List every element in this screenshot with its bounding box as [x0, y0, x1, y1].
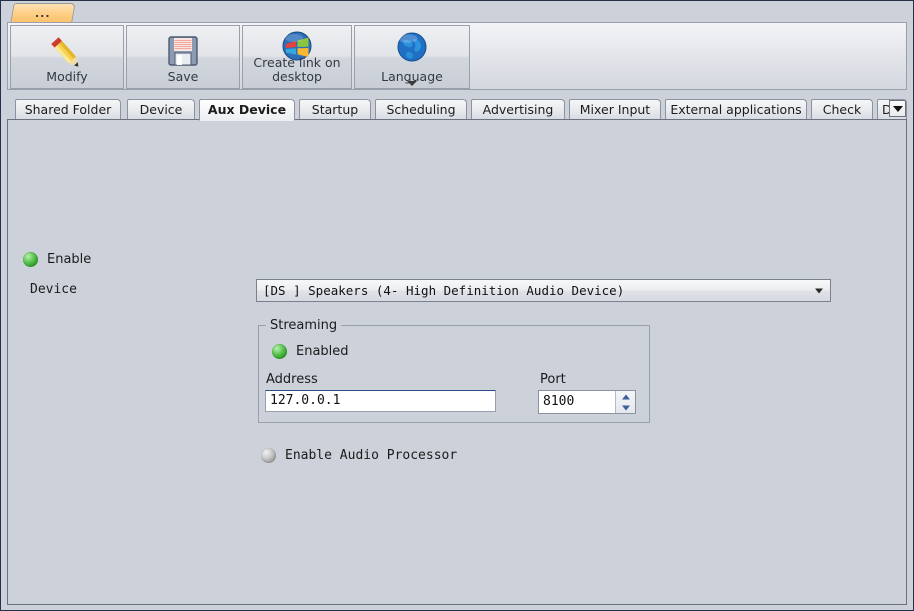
triangle-down-icon [622, 405, 630, 410]
tab-startup[interactable]: Startup [299, 99, 371, 120]
tab-label: Aux Device [207, 102, 287, 117]
save-button-label: Save [167, 69, 199, 84]
floppy-disk-icon [166, 34, 200, 68]
ribbon-toolbar: Modify Save Create link on desktop Langu… [7, 22, 907, 90]
tab-shared-folder[interactable]: Shared Folder [15, 99, 121, 120]
audio-processor-label: Enable Audio Processor [285, 448, 458, 463]
streaming-enabled-led-indicator[interactable] [272, 344, 287, 359]
tab-advertising[interactable]: Advertising [471, 99, 565, 120]
device-label: Device [30, 282, 77, 297]
port-spinner-up-button[interactable] [616, 391, 636, 402]
port-spinner [615, 391, 635, 413]
chevron-down-icon [815, 288, 823, 293]
language-button[interactable]: Language [354, 25, 470, 89]
port-label: Port [540, 372, 566, 387]
file-menu-tab-label: ... [34, 7, 51, 20]
file-menu-tab[interactable]: ... [10, 3, 76, 24]
device-select[interactable]: [DS ] Speakers (4- High Definition Audio… [256, 279, 831, 302]
tab-label: Startup [311, 102, 359, 117]
enable-led-indicator[interactable] [23, 252, 38, 267]
tab-scheduling[interactable]: Scheduling [375, 99, 467, 120]
modify-button-label: Modify [46, 69, 88, 84]
port-input[interactable]: 8100 [539, 391, 615, 413]
address-input-value: 127.0.0.1 [270, 393, 341, 408]
enable-label: Enable [47, 252, 92, 267]
port-input-value: 8100 [543, 394, 575, 409]
streaming-groupbox-legend: Streaming [266, 319, 342, 332]
modify-button[interactable]: Modify [10, 25, 124, 89]
tab-aux-device[interactable]: Aux Device [199, 99, 295, 121]
chevron-down-icon[interactable] [407, 81, 417, 86]
tab-label: Mixer Input [579, 102, 651, 117]
ribbon-tab-strip: ... [1, 1, 913, 24]
save-button[interactable]: Save [126, 25, 240, 89]
port-spinner-down-button[interactable] [616, 402, 636, 413]
tab-label: Device [139, 102, 183, 117]
tab-label: Advertising [482, 102, 554, 117]
tab-label: Shared Folder [24, 102, 112, 117]
chevron-down-icon [892, 105, 903, 112]
triangle-up-icon [622, 394, 630, 399]
tab-label: Scheduling [386, 102, 456, 117]
tab-label: External applications [670, 102, 802, 117]
tab-mixer-input[interactable]: Mixer Input [569, 99, 661, 120]
create-link-on-desktop-button-label: Create link on desktop [253, 55, 341, 84]
port-stepper[interactable]: 8100 [538, 390, 636, 414]
create-link-on-desktop-button[interactable]: Create link on desktop [242, 25, 352, 89]
audio-processor-led-indicator[interactable] [261, 448, 276, 463]
pencil-icon [46, 34, 88, 74]
aux-device-panel: Enable Device [DS ] Speakers (4- High De… [7, 119, 907, 605]
tab-check[interactable]: Check [811, 99, 873, 120]
tab-overflow-button[interactable] [889, 100, 906, 117]
address-label: Address [266, 372, 318, 387]
address-input[interactable]: 127.0.0.1 [265, 390, 496, 412]
tab-device[interactable]: Device [127, 99, 195, 120]
tab-external-applications[interactable]: External applications [665, 99, 807, 120]
globe-icon [394, 30, 430, 66]
tab-bar: Shared Folder Device Aux Device Startup … [7, 98, 907, 121]
device-select-value: [DS ] Speakers (4- High Definition Audio… [263, 283, 625, 298]
tab-label: Check [822, 102, 862, 117]
application-window: ... Modify Save Create link on desktop L… [0, 0, 914, 611]
streaming-enabled-label: Enabled [296, 344, 349, 359]
